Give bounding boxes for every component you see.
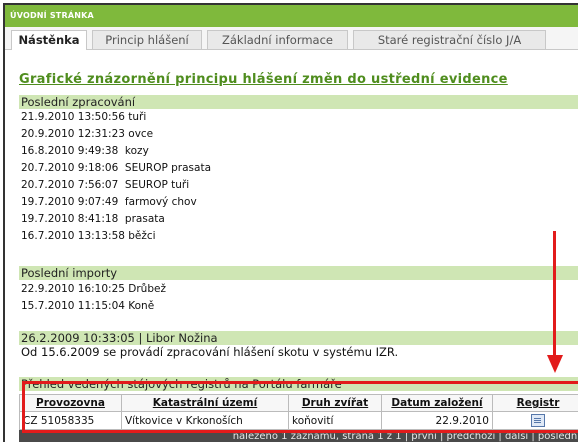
page-titlebar: ÚVODNÍ STRÁNKA xyxy=(5,5,578,27)
tab-zakladni-informace[interactable]: Základní informace xyxy=(207,30,348,49)
tab-princip-hlaseni[interactable]: Princip hlášení xyxy=(92,30,202,49)
annotation-arrow-shaft xyxy=(553,231,556,356)
registry-section-title: Přehled vedených stájových registrů na P… xyxy=(19,377,578,391)
registry-table: Provozovna Katastrální území Druh zvířat… xyxy=(19,394,578,430)
annotation-arrow-head xyxy=(547,355,563,373)
registry-header-row: Provozovna Katastrální území Druh zvířat… xyxy=(19,394,578,412)
news-text: Od 15.6.2009 se provádí zpracování hláše… xyxy=(21,345,399,359)
processing-item: 21.9.2010 13:50:56 tuři xyxy=(21,111,147,123)
cell-datum-zalozeni: 22.9.2010 xyxy=(381,411,493,430)
processing-item: 16.7.2010 13:13:58 běžci xyxy=(21,230,156,242)
tab-strip: Nástěnka Princip hlášení Základní inform… xyxy=(5,27,578,50)
processing-item: 20.7.2010 7:56:07 SEUROP tuři xyxy=(21,179,190,191)
processing-item: 20.7.2010 9:18:06 SEUROP prasata xyxy=(21,162,212,174)
tab-stare-registracni-cislo[interactable]: Staré registrační číslo J/A xyxy=(353,30,546,49)
table-pagination: nalezeno 1 záznamů, strana 1 z 1 | první… xyxy=(19,430,578,442)
table-row: CZ 51058335 Vítkovice v Krkonoších koňov… xyxy=(19,411,578,430)
cell-druh-zvirat: koňovití xyxy=(288,411,382,430)
news-title: 26.2.2009 10:33:05 | Libor Nožina xyxy=(19,331,578,345)
column-header-druh-zvirat[interactable]: Druh zvířat xyxy=(288,394,382,412)
column-header-datum-zalozeni[interactable]: Datum založení xyxy=(381,394,493,412)
principle-graphic-link[interactable]: Grafické znázornění principu hlášení změ… xyxy=(19,72,508,87)
processing-item: 19.7.2010 9:07:49 farmový chov xyxy=(21,196,197,208)
column-header-registr[interactable]: Registr xyxy=(492,394,578,412)
import-item: 22.9.2010 16:10:25 Drůbež xyxy=(21,283,166,295)
cell-katastralni-uzemi: Vítkovice v Krkonoších xyxy=(121,411,289,430)
column-header-provozovna[interactable]: Provozovna xyxy=(19,394,122,412)
cell-registr xyxy=(492,411,578,430)
import-item: 15.7.2010 11:15:04 Koně xyxy=(21,300,155,312)
imports-section-title: Poslední importy xyxy=(19,266,578,280)
column-header-katastralni-uzemi[interactable]: Katastrální území xyxy=(121,394,289,412)
cell-provozovna: CZ 51058335 xyxy=(19,411,122,430)
processing-item: 19.7.2010 8:41:18 prasata xyxy=(21,213,165,225)
tab-nastenka[interactable]: Nástěnka xyxy=(11,30,87,50)
processing-item: 16.8.2010 9:49:38 kozy xyxy=(21,145,149,157)
processing-section-title: Poslední zpracování xyxy=(19,95,578,109)
main-panel: ÚVODNÍ STRÁNKA Nástěnka Princip hlášení … xyxy=(3,3,578,442)
registry-document-icon[interactable] xyxy=(531,414,545,427)
processing-item: 20.9.2010 12:31:23 ovce xyxy=(21,128,154,140)
